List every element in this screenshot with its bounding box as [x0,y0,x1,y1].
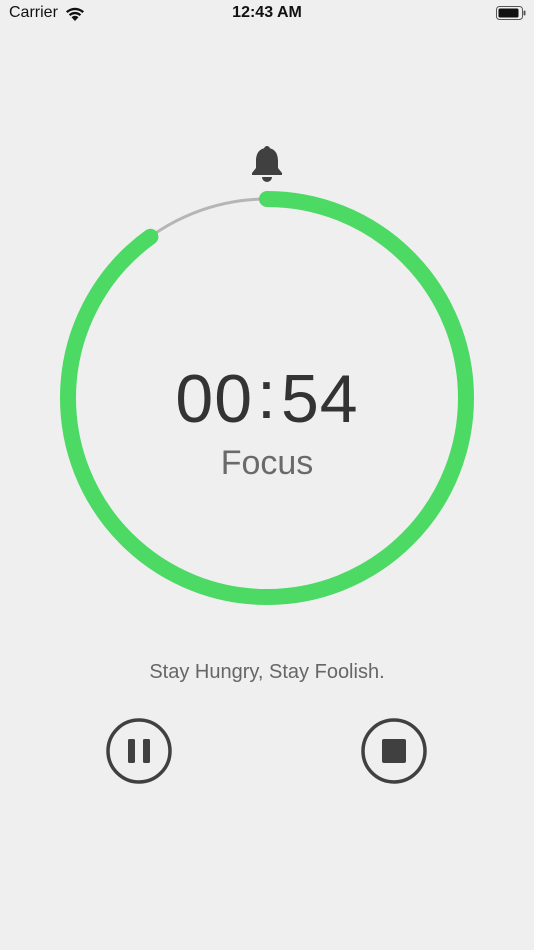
stop-icon [382,739,406,763]
timer-ring [60,191,474,605]
mode-label: Focus [220,444,314,482]
timer-separator: : [257,357,277,433]
pause-button[interactable] [106,718,172,784]
timer-seconds: 54 [280,361,359,437]
timer-minutes: 00 [175,361,254,437]
motto-text: Stay Hungry, Stay Foolish. [149,661,385,683]
timer-display: 00:54 [0,357,534,438]
stop-button[interactable] [361,718,427,784]
pause-icon [128,739,150,763]
